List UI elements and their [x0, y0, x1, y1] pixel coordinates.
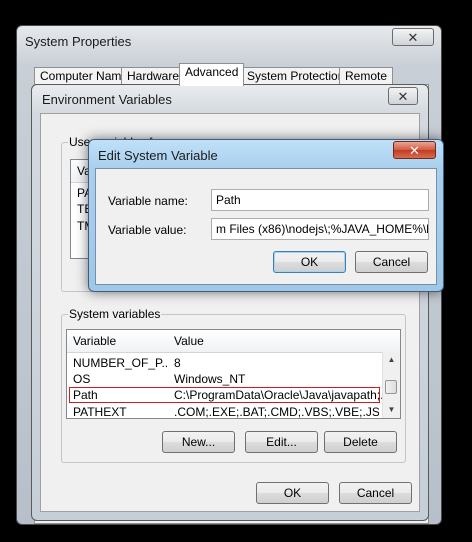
variable-name-input[interactable]: Path	[211, 189, 429, 211]
dialog-client-area: Variable name: Path Variable value: m Fi…	[95, 168, 437, 285]
close-icon: ✕	[397, 89, 409, 104]
variable-value-label: Variable value:	[108, 223, 187, 237]
tab-hardware[interactable]: Hardware	[121, 67, 186, 85]
column-header-variable[interactable]: Variable	[73, 334, 116, 348]
tab-advanced[interactable]: Advanced	[179, 63, 245, 86]
system-variables-label: System variables	[68, 307, 162, 321]
tab-system-protection[interactable]: System Protection	[241, 67, 351, 85]
system-variables-group: System variables Variable Value NUMBER_O…	[61, 307, 406, 463]
scroll-thumb[interactable]	[385, 380, 397, 394]
close-icon: ✕	[407, 30, 419, 45]
vertical-scrollbar[interactable]: ▲ ▼	[382, 352, 400, 418]
cell-value: 8	[174, 356, 181, 370]
cancel-button[interactable]: Cancel	[355, 251, 428, 273]
new-button[interactable]: New...	[162, 431, 235, 453]
cell-value: C:\ProgramData\Oracle\Java\javapath;...	[174, 388, 382, 402]
ok-button[interactable]: OK	[273, 251, 346, 273]
edit-button[interactable]: Edit...	[245, 431, 318, 453]
cell-variable: PATHEXT	[73, 405, 127, 419]
close-button[interactable]: ✕	[388, 87, 418, 105]
variable-name-label: Variable name:	[108, 194, 188, 208]
cell-value: .COM;.EXE;.BAT;.CMD;.VBS;.VBE;.JS;....	[174, 405, 379, 419]
column-header-value[interactable]: Value	[174, 334, 204, 348]
cell-variable: Path	[73, 388, 98, 402]
close-button[interactable]: ✕	[393, 141, 436, 159]
table-row[interactable]: OS Windows_NT	[67, 371, 382, 387]
scroll-up-icon[interactable]: ▲	[383, 352, 400, 368]
close-icon: ✕	[409, 143, 420, 158]
table-row-selected[interactable]: Path C:\ProgramData\Oracle\Java\javapath…	[69, 387, 382, 403]
list-header: Variable Value	[67, 330, 400, 353]
delete-button[interactable]: Delete	[324, 431, 397, 453]
table-row[interactable]: NUMBER_OF_P... 8	[67, 355, 382, 371]
cell-variable: OS	[73, 372, 91, 386]
system-variables-list[interactable]: Variable Value NUMBER_OF_P... 8 OS Windo…	[66, 329, 401, 419]
ok-button[interactable]: OK	[256, 482, 329, 504]
window-title: Environment Variables	[42, 92, 172, 107]
edit-system-variable-dialog: Edit System Variable ✕ Variable name: Pa…	[88, 139, 444, 292]
cell-variable: NUMBER_OF_P...	[73, 356, 169, 370]
window-title: System Properties	[25, 34, 132, 49]
close-button[interactable]: ✕	[392, 28, 434, 46]
dialog-title: Edit System Variable	[98, 148, 218, 163]
variable-value-input[interactable]: m Files (x86)\nodejs\;%JAVA_HOME%\bin	[211, 218, 429, 240]
cell-value: Windows_NT	[174, 372, 246, 386]
scroll-down-icon[interactable]: ▼	[383, 402, 400, 418]
cancel-button[interactable]: Cancel	[339, 482, 412, 504]
tab-remote[interactable]: Remote	[339, 67, 394, 85]
table-row[interactable]: PATHEXT .COM;.EXE;.BAT;.CMD;.VBS;.VBE;.J…	[67, 404, 382, 419]
tab-computer-name[interactable]: Computer Name	[34, 67, 135, 85]
